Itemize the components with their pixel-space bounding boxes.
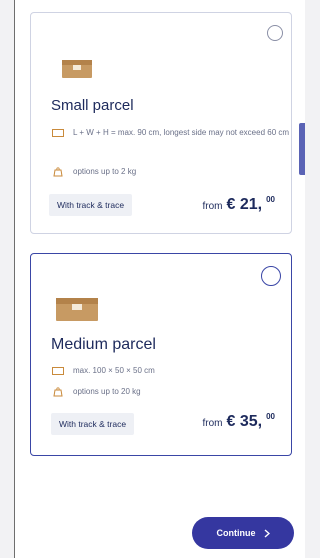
ruler-icon — [51, 365, 65, 377]
small-parcel-radio[interactable] — [267, 25, 283, 41]
medium-parcel-tag: With track & trace — [51, 413, 135, 435]
medium-parcel-weight: options up to 20 kg — [51, 386, 293, 398]
ruler-icon — [51, 127, 65, 139]
small-parcel-size: L + W + H = max. 90 cm, longest side may… — [51, 127, 293, 139]
medium-parcel-title: Medium parcel — [51, 336, 156, 353]
parcel-box-icon — [56, 298, 98, 321]
continue-label: Continue — [216, 528, 256, 538]
chevron-right-icon — [264, 528, 270, 538]
side-scroll-tab[interactable] — [299, 123, 305, 175]
medium-parcel-price: from € 35, 00 — [202, 412, 276, 430]
small-parcel-price: from € 21, 00 — [202, 195, 276, 213]
continue-button[interactable]: Continue — [192, 517, 294, 549]
parcel-box-icon — [62, 60, 92, 78]
medium-parcel-size: max. 100 × 50 × 50 cm — [51, 365, 293, 377]
weight-icon — [51, 386, 65, 398]
small-parcel-title: Small parcel — [51, 97, 134, 114]
medium-parcel-card[interactable]: Medium parcel max. 100 × 50 × 50 cm opti… — [30, 253, 292, 456]
small-parcel-card[interactable]: Small parcel L + W + H = max. 90 cm, lon… — [30, 12, 292, 234]
small-parcel-tag: With track & trace — [49, 194, 133, 216]
small-parcel-weight: options up to 2 kg — [51, 166, 293, 178]
weight-icon — [51, 166, 65, 178]
medium-parcel-radio[interactable] — [261, 266, 281, 286]
